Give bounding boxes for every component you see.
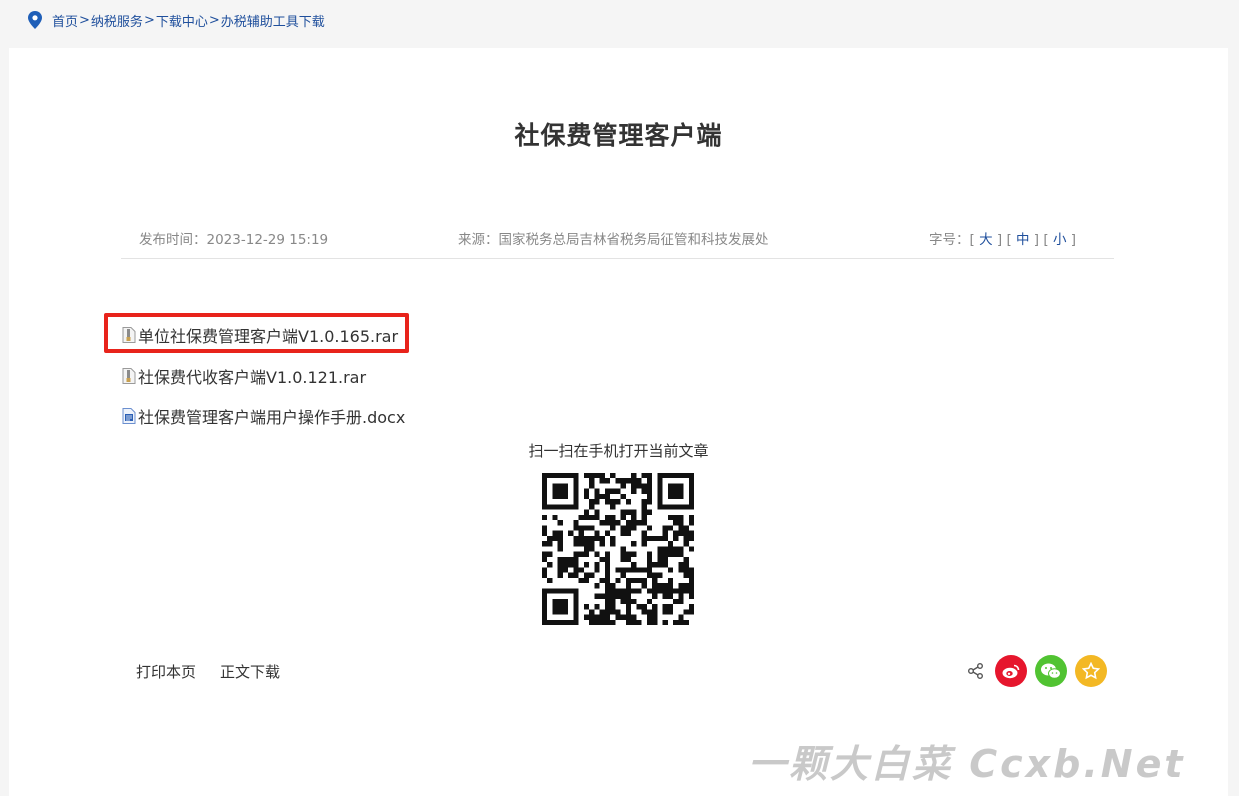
watermark: 一颗大白菜 Ccxb.Net [748, 742, 1186, 786]
location-pin-icon [28, 11, 42, 29]
article-source: 来源：国家税务总局吉林省税务局征管和科技发展处 [458, 232, 769, 248]
article-panel: 社保费管理客户端 发布时间：2023-12-29 15:19 来源：国家税务总局… [9, 48, 1228, 796]
favorite-icon [1082, 662, 1100, 680]
qr-code-image [542, 473, 694, 625]
attachment-link-3[interactable]: 社保费管理客户端用户操作手册.docx [122, 404, 405, 428]
breadcrumb-separator: > [79, 12, 90, 28]
breadcrumb-separator: > [143, 12, 155, 28]
attachment-name: 社保费代收客户端V1.0.121.rar [138, 368, 367, 387]
qr-caption: 扫一扫在手机打开当前文章 [528, 442, 709, 460]
font-size-selector: 字号：[ 大 ] [ 中 ] [ 小 ] [929, 232, 1076, 248]
wechat-icon [1041, 663, 1061, 679]
weibo-share-button[interactable] [995, 655, 1027, 687]
font-size-label: 字号： [929, 232, 970, 248]
font-size-large[interactable]: 大 [979, 232, 993, 248]
breadcrumb-tax-services[interactable]: 纳税服务 [91, 11, 143, 30]
attachment-link-2[interactable]: 社保费代收客户端V1.0.121.rar [122, 364, 366, 388]
rar-file-icon [122, 368, 136, 384]
breadcrumb-tools-download[interactable]: 办税辅助工具下载 [221, 11, 325, 30]
breadcrumb-download-center[interactable]: 下载中心 [156, 11, 208, 30]
breadcrumb-home[interactable]: 首页 [52, 11, 78, 30]
doc-file-icon [122, 408, 136, 424]
breadcrumb-separator: > [208, 12, 220, 28]
article-meta: 发布时间：2023-12-29 15:19 来源：国家税务总局吉林省税务局征管和… [121, 218, 1114, 259]
attachment-name: 社保费管理客户端用户操作手册.docx [138, 408, 406, 427]
article-title: 社保费管理客户端 [514, 121, 723, 150]
weibo-icon [1002, 664, 1020, 679]
publish-time: 发布时间：2023-12-29 15:19 [139, 232, 329, 248]
share-icon[interactable] [967, 662, 985, 680]
rar-file-icon [122, 327, 136, 343]
font-size-medium[interactable]: 中 [1016, 232, 1030, 248]
attachment-link-1[interactable]: 单位社保费管理客户端V1.0.165.rar [122, 323, 398, 347]
attachment-name: 单位社保费管理客户端V1.0.165.rar [138, 327, 399, 346]
font-size-small[interactable]: 小 [1053, 232, 1067, 248]
print-page-link[interactable]: 打印本页 [136, 661, 196, 682]
download-text-link[interactable]: 正文下载 [220, 661, 280, 682]
breadcrumb: 首页 > 纳税服务 > 下载中心 > 办税辅助工具下载 [26, 8, 325, 32]
favorite-share-button[interactable] [1075, 655, 1107, 687]
footer-actions: 打印本页 正文下载 [136, 661, 280, 682]
wechat-share-button[interactable] [1035, 655, 1067, 687]
